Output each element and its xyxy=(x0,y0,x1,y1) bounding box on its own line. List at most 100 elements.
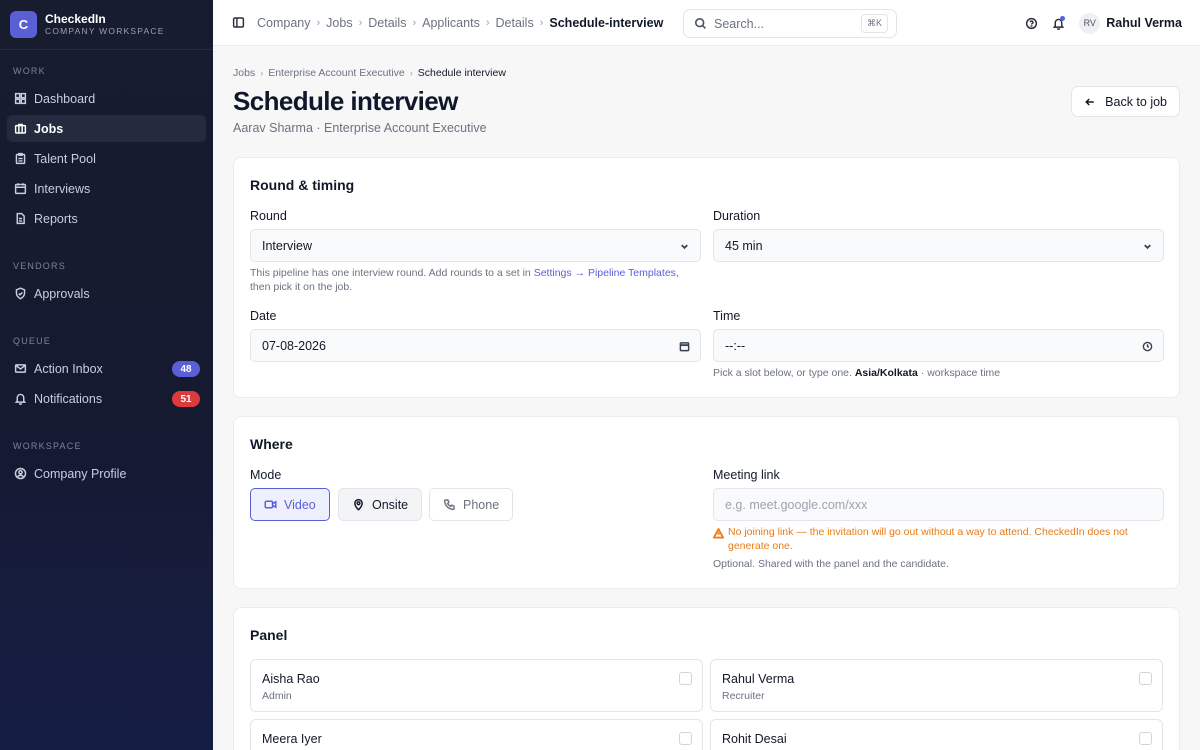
chevron-right-icon: › xyxy=(358,16,363,29)
panel-member[interactable]: Rahul Verma Recruiter xyxy=(710,659,1163,712)
panel-member-role: Recruiter xyxy=(722,690,765,702)
date-input[interactable]: 07-08-2026 xyxy=(250,329,701,362)
panel-member-name: Aisha Rao xyxy=(262,672,320,686)
user-circle-icon xyxy=(13,467,27,481)
phone-icon xyxy=(443,498,463,511)
panel-title: Panel xyxy=(250,627,288,643)
panel-member-name: Rahul Verma xyxy=(722,672,795,686)
avatar[interactable]: RV xyxy=(1079,12,1101,34)
file-icon xyxy=(13,212,27,226)
time-input[interactable]: --:-- xyxy=(713,329,1164,362)
mode-onsite-label: Onsite xyxy=(372,497,409,512)
brand[interactable]: C CheckedIn COMPANY WORKSPACE xyxy=(0,0,213,50)
chevron-right-icon: › xyxy=(260,68,264,78)
warning-triangle-icon xyxy=(713,528,724,539)
shield-icon xyxy=(13,287,27,301)
panel-member[interactable]: Rohit Desai xyxy=(710,719,1163,750)
time-label: Time xyxy=(713,309,741,323)
briefcase-icon xyxy=(13,122,27,136)
breadcrumb-applicant-details[interactable]: Details xyxy=(496,16,534,30)
search-icon xyxy=(694,17,707,30)
section-label-queue: QUEUE xyxy=(13,336,52,346)
search-box[interactable]: ⌘K xyxy=(683,9,897,38)
section-label-work: WORK xyxy=(13,66,46,76)
topbar: Company › Jobs › Details › Applicants › … xyxy=(213,0,1200,46)
time-value: --:-- xyxy=(725,338,746,353)
breadcrumb-jobs[interactable]: Jobs xyxy=(326,16,352,30)
mode-video-button[interactable]: Video xyxy=(250,488,330,521)
mode-phone-button[interactable]: Phone xyxy=(429,488,514,521)
meeting-link-input[interactable] xyxy=(713,488,1164,521)
page-breadcrumb-jobs[interactable]: Jobs xyxy=(233,67,255,79)
meeting-link-help: Optional. Shared with the panel and the … xyxy=(713,558,949,570)
sidebar-toggle-icon[interactable] xyxy=(232,16,246,30)
sidebar-item-approvals[interactable]: Approvals xyxy=(7,280,206,307)
timezone: Asia/Kolkata xyxy=(854,367,918,379)
brand-name: CheckedIn xyxy=(45,11,106,26)
help-icon[interactable] xyxy=(1023,15,1039,31)
arrow-left-icon xyxy=(1084,96,1105,108)
pipeline-templates-link[interactable]: Settings → Pipeline Templates xyxy=(534,267,676,279)
page-subtitle: Aarav Sharma · Enterprise Account Execut… xyxy=(233,121,487,135)
panel-member[interactable]: Meera Iyer xyxy=(250,719,703,750)
breadcrumb-details[interactable]: Details xyxy=(368,16,406,30)
chevron-right-icon: › xyxy=(539,16,544,29)
meeting-link-warning: No joining link — the invitation will go… xyxy=(713,526,1153,553)
duration-select[interactable]: 45 min xyxy=(713,229,1164,262)
main-content: Jobs › Enterprise Account Executive › Sc… xyxy=(213,46,1200,750)
sidebar-item-action-inbox[interactable]: Action Inbox 48 xyxy=(7,355,206,382)
panel-member-checkbox[interactable] xyxy=(1139,672,1152,685)
sidebar-item-label: Approvals xyxy=(34,286,90,301)
panel-member-name: Rohit Desai xyxy=(722,732,787,746)
sidebar-item-company-profile[interactable]: Company Profile xyxy=(7,460,206,487)
meeting-link-label: Meeting link xyxy=(713,468,780,482)
round-timing-title: Round & timing xyxy=(250,177,355,193)
page-breadcrumb-job[interactable]: Enterprise Account Executive xyxy=(268,67,405,79)
round-select[interactable]: Interview xyxy=(250,229,701,262)
clock-icon[interactable] xyxy=(1140,339,1154,353)
round-help-suffix: , xyxy=(675,267,679,279)
date-label: Date xyxy=(250,309,277,323)
chevron-right-icon: › xyxy=(485,16,490,29)
calendar-icon[interactable] xyxy=(677,339,691,353)
round-timing-card: Round & timing Round Interview This pipe… xyxy=(233,157,1180,398)
user-name[interactable]: Rahul Verma xyxy=(1106,16,1182,30)
back-to-job-label: Back to job xyxy=(1105,94,1167,109)
panel-member-checkbox[interactable] xyxy=(1139,732,1152,745)
page-breadcrumb: Jobs › Enterprise Account Executive › Sc… xyxy=(233,67,506,79)
breadcrumb: Company › Jobs › Details › Applicants › … xyxy=(257,16,663,30)
sidebar-item-notifications[interactable]: Notifications 51 xyxy=(7,385,206,412)
calendar-icon xyxy=(13,182,27,196)
sidebar-item-interviews[interactable]: Interviews xyxy=(7,175,206,202)
round-help-line2: then pick it on the job. xyxy=(250,280,353,293)
sidebar-item-talent-pool[interactable]: Talent Pool xyxy=(7,145,206,172)
back-to-job-button[interactable]: Back to job xyxy=(1071,86,1180,117)
mode-onsite-button[interactable]: Onsite xyxy=(338,488,423,521)
time-help-suffix: · workspace time xyxy=(917,367,1001,379)
mode-phone-label: Phone xyxy=(463,497,500,512)
sidebar-item-reports[interactable]: Reports xyxy=(7,205,206,232)
panel-member-checkbox[interactable] xyxy=(679,732,692,745)
chevron-right-icon: › xyxy=(412,16,417,29)
panel-member[interactable]: Aisha Rao Admin xyxy=(250,659,703,712)
notification-bell-icon[interactable] xyxy=(1050,15,1066,31)
sidebar-item-dashboard[interactable]: Dashboard xyxy=(7,85,206,112)
sidebar-item-jobs[interactable]: Jobs xyxy=(7,115,206,142)
search-input[interactable] xyxy=(714,16,854,31)
panel-member-name: Meera Iyer xyxy=(262,732,322,746)
bell-icon xyxy=(13,392,27,406)
mode-label: Mode xyxy=(250,468,282,482)
sidebar-item-label: Talent Pool xyxy=(34,151,96,166)
breadcrumb-company[interactable]: Company xyxy=(257,16,311,30)
time-help: Pick a slot below, or type one. Asia/Kol… xyxy=(713,367,1164,381)
round-help: This pipeline has one interview round. A… xyxy=(250,267,701,294)
duration-value: 45 min xyxy=(725,238,763,253)
duration-label: Duration xyxy=(713,209,761,223)
breadcrumb-applicants[interactable]: Applicants xyxy=(422,16,480,30)
clipboard-icon xyxy=(13,152,27,166)
sidebar-item-label: Interviews xyxy=(34,181,91,196)
chevron-down-icon xyxy=(1140,239,1154,253)
section-label-vendors: VENDORS xyxy=(13,261,66,271)
panel-member-checkbox[interactable] xyxy=(679,672,692,685)
inbox-count-badge: 48 xyxy=(172,361,200,377)
